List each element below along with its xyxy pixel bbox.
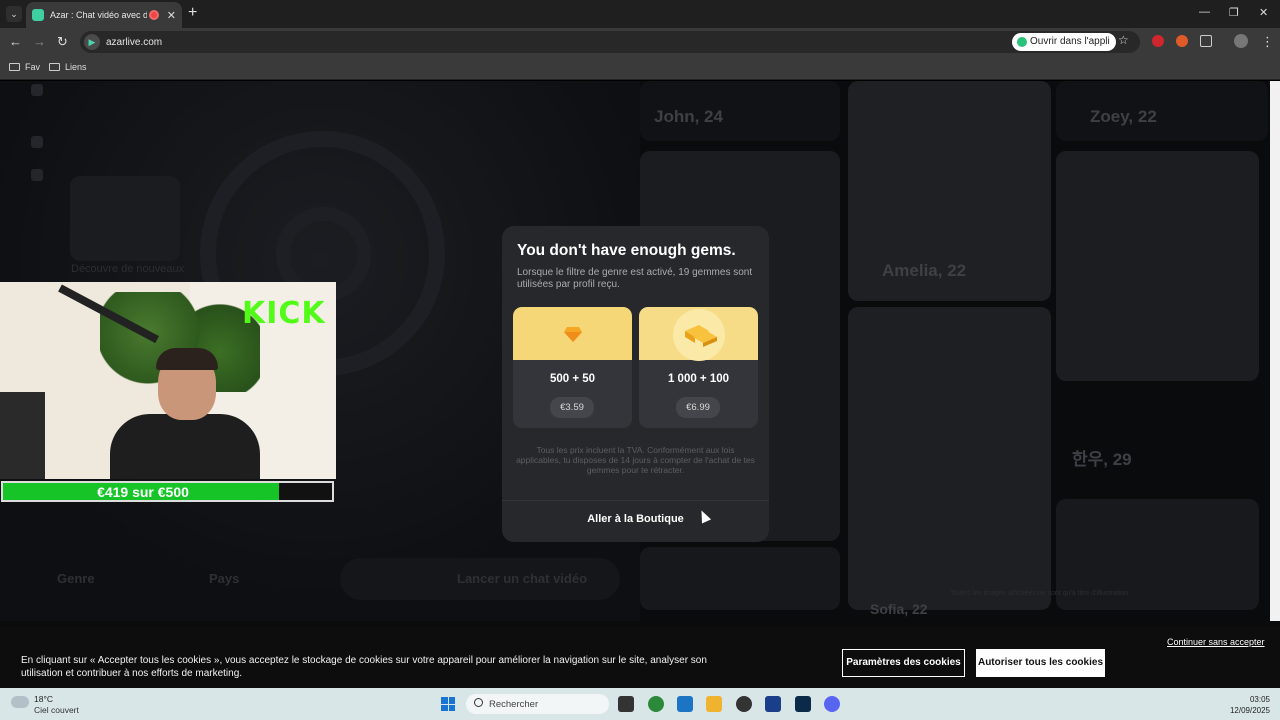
profile-card[interactable] [848,307,1051,610]
open-in-app-button[interactable]: Ouvrir dans l'appli [1012,33,1116,51]
weather-temp[interactable]: 18°C [34,694,53,704]
reload-icon[interactable]: ↻ [57,34,68,50]
cloud-icon[interactable] [11,696,29,708]
discover-card[interactable] [70,176,180,261]
forward-icon[interactable]: → [33,34,46,49]
legal-text: Tous les prix incluent la TVA. Conformém… [516,445,755,475]
maximize-button[interactable]: ❐ [1229,6,1239,19]
donation-goal-bar: €419 sur €500 [1,481,334,502]
recording-icon [148,10,159,20]
minimize-button[interactable]: — [1199,6,1210,18]
discover-text: Découvre de nouveaux [71,263,185,275]
go-to-shop-button[interactable]: Aller à la Boutique [502,513,769,525]
tab-title: Azar : Chat vidéo avec de n [50,10,147,20]
profile-name: Sofia, 22 [870,601,928,617]
task-view-icon[interactable] [618,696,634,712]
speaker [0,392,45,479]
pack-amount: 1 000 + 100 [667,373,730,385]
accept-all-cookies-button[interactable]: Autoriser tous les cookies [976,649,1105,677]
back-icon[interactable]: ← [9,34,22,49]
streamer [110,348,260,479]
pack-banner [639,307,758,361]
scrollbar[interactable] [1270,81,1280,621]
tab-close-icon[interactable]: ✕ [167,9,176,22]
sidebar-icon[interactable] [31,84,43,96]
kick-logo: KICK [242,296,326,331]
close-window-button[interactable]: ✕ [1259,6,1268,19]
goal-text: €419 sur €500 [97,484,189,500]
sparkle-icon[interactable] [31,136,43,148]
not-enough-gems-dialog: You don't have enough gems. Lorsque le f… [502,226,769,542]
system-clock[interactable]: 03:05 12/09/2025 [1218,694,1270,716]
extension-icon[interactable] [1152,35,1164,47]
bookmark-star-icon[interactable]: ☆ [1118,33,1129,47]
pack-amount: 500 + 50 [549,373,596,385]
discord-icon[interactable] [824,696,840,712]
bookmark-folder-fav[interactable]: Fav [9,62,40,72]
dialog-title: You don't have enough gems. [517,242,736,259]
menu-kebab-icon[interactable]: ⋮ [1261,34,1274,50]
profile-name: 한우, 29 [1072,450,1132,469]
start-menu-icon[interactable] [441,697,455,711]
url-text[interactable]: azarlive.com [106,37,162,48]
profile-name: Amelia, 22 [882,261,967,280]
windows-taskbar: 18°C Ciel couvert Rechercher 03:05 12/09… [0,688,1280,720]
profile-card[interactable] [640,547,840,610]
screen: ⌄ Azar : Chat vidéo avec de n ✕ + — ❐ ✕ … [0,0,1280,720]
pack-banner [513,307,632,360]
chrome-icon[interactable] [648,696,664,712]
extensions-puzzle-icon[interactable] [1200,35,1212,47]
dialog-subtitle: Lorsque le filtre de genre est activé, 1… [517,267,753,290]
search-placeholder: Rechercher [489,699,539,710]
bookmarks-bar: Fav Liens [0,56,1280,80]
photoshop-icon[interactable] [795,696,811,712]
cookie-settings-button[interactable]: Paramètres des cookies [842,649,965,677]
obs-icon[interactable] [736,696,752,712]
navigation-bar: ← → ↻ ▶ azarlive.com Ouvrir dans l'appli… [0,28,1280,56]
cookie-text: En cliquant sur « Accepter tous les cook… [21,655,707,679]
gold-bars-icon [685,325,717,347]
illustration-note: Toutes les images affichées ne sont qu'à… [950,590,1129,597]
sidebar-icon[interactable] [31,169,43,181]
site-info-icon[interactable]: ▶ [84,34,100,50]
cookie-banner: En cliquant sur « Accepter tous les cook… [0,626,1280,688]
app-icon[interactable] [765,696,781,712]
folder-icon [49,63,60,71]
extension-icon[interactable] [1176,35,1188,47]
folder-icon [9,63,20,71]
streamer-webcam: KICK [0,282,336,479]
tab-bar: ⌄ Azar : Chat vidéo avec de n ✕ + — ❐ ✕ [0,0,1280,28]
gem-pack-500[interactable]: 500 + 50 €3.59 [513,307,632,428]
active-tab[interactable]: Azar : Chat vidéo avec de n ✕ [26,2,182,28]
azar-favicon-icon [32,9,44,21]
vpn-icon[interactable] [677,696,693,712]
gem-pack-1000[interactable]: 1 000 + 100 €6.99 [639,307,758,428]
gender-filter[interactable]: Genre [57,571,95,586]
profile-name: John, 24 [654,107,723,126]
profile-name: Zoey, 22 [1090,107,1157,126]
new-tab-button[interactable]: + [188,5,197,21]
taskbar-search[interactable]: Rechercher [466,694,609,714]
pack-price-button[interactable]: €6.99 [676,397,720,418]
profile-card[interactable] [1056,151,1259,381]
bookmark-folder-liens[interactable]: Liens [49,62,87,72]
pack-price-button[interactable]: €3.59 [550,397,594,418]
profile-avatar-icon[interactable] [1234,34,1248,48]
start-chat-label: Lancer un chat vidéo [457,571,588,586]
weather-desc[interactable]: Ciel couvert [34,705,79,715]
search-icon [474,698,483,707]
profile-card[interactable] [1056,81,1268,141]
gem-icon [564,327,582,342]
divider [502,500,769,501]
file-explorer-icon[interactable] [706,696,722,712]
continue-without-accepting-link[interactable]: Continuer sans accepter [1167,637,1265,647]
country-filter[interactable]: Pays [209,571,239,586]
tab-search-icon[interactable]: ⌄ [6,6,22,22]
address-bar[interactable]: ▶ azarlive.com Ouvrir dans l'appli ☆ [80,31,1140,53]
